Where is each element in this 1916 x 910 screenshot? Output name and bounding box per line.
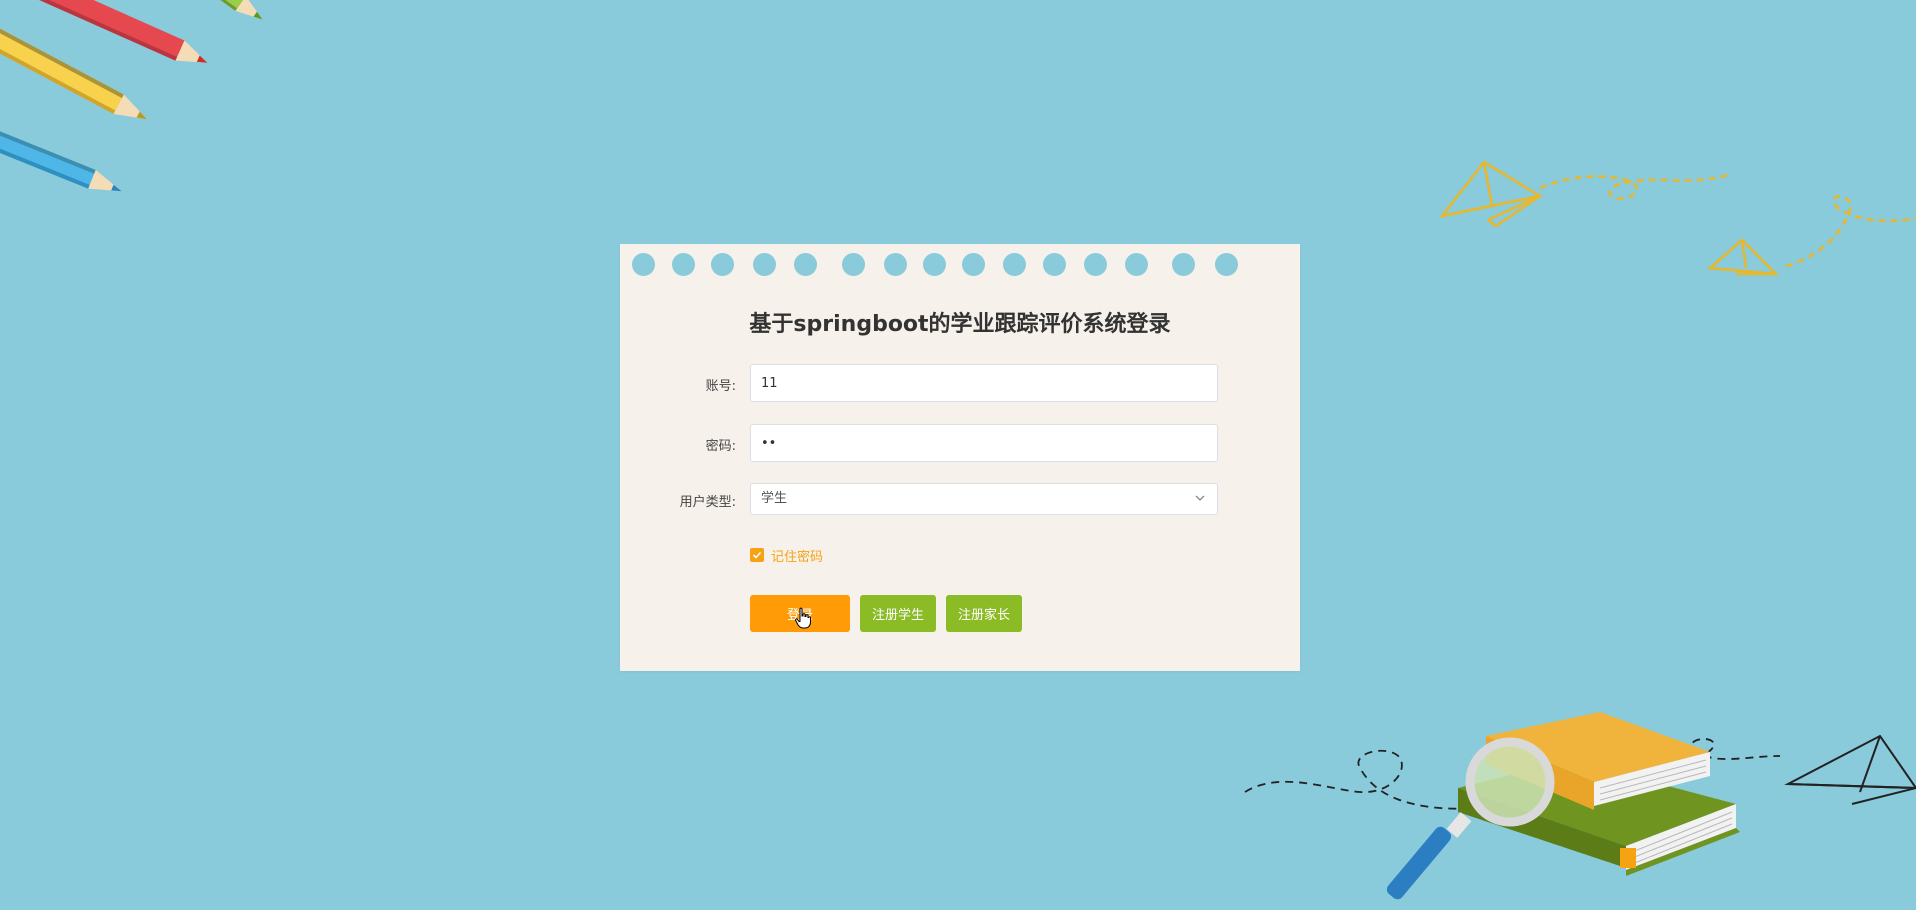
password-row: 密码: ••	[620, 424, 1300, 464]
paper-airplanes-illustration	[1438, 160, 1916, 276]
register-parent-button[interactable]: 注册家长	[946, 595, 1022, 632]
user-type-select[interactable]: 学生	[750, 483, 1218, 515]
chevron-down-icon	[1195, 495, 1205, 501]
hand-cursor-icon	[795, 607, 811, 629]
account-label: 账号:	[705, 379, 736, 394]
notebook-holes	[620, 244, 1300, 286]
password-input[interactable]: ••	[750, 424, 1218, 462]
user-type-label: 用户类型:	[679, 495, 736, 510]
password-label: 密码:	[705, 439, 736, 454]
user-type-value: 学生	[761, 491, 788, 506]
account-input[interactable]: 11	[750, 364, 1218, 402]
account-row: 账号: 11	[620, 364, 1300, 404]
user-type-row: 用户类型: 学生	[620, 483, 1300, 517]
checkbox-checked-icon	[750, 548, 764, 562]
page-title: 基于springboot的学业跟踪评价系统登录	[749, 312, 1171, 337]
books-and-magnifier-illustration	[1244, 712, 1916, 900]
login-page: 基于springboot的学业跟踪评价系统登录 账号: 11 密码: •• 用户…	[0, 0, 1916, 910]
remember-password-checkbox[interactable]: 记住密码	[750, 547, 824, 565]
colored-pencils-illustration	[0, 0, 263, 192]
remember-password-label: 记住密码	[771, 549, 824, 565]
login-card: 基于springboot的学业跟踪评价系统登录 账号: 11 密码: •• 用户…	[620, 244, 1300, 671]
register-student-button[interactable]: 注册学生	[860, 595, 936, 632]
